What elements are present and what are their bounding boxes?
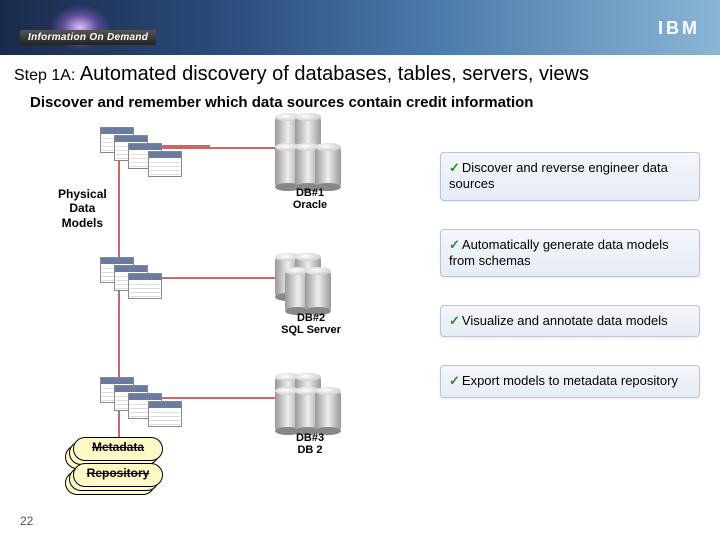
db-label-sqlserver: DB#2 SQL Server xyxy=(272,312,350,336)
repo-label-1: Metadata xyxy=(73,440,163,454)
check-icon: ✓ xyxy=(449,373,460,388)
ibm-logo: IBM xyxy=(658,18,700,39)
pdm-label: Physical Data Models xyxy=(58,187,107,230)
slide-title: Step 1A: Automated discovery of database… xyxy=(0,55,720,90)
diagram-area: Physical Data Models DB#1 Oracle DB#2 SQ… xyxy=(0,117,720,537)
page-number: 22 xyxy=(20,514,33,528)
bullet-item: ✓Export models to metadata repository xyxy=(440,365,700,397)
bullet-list: ✓Discover and reverse engineer data sour… xyxy=(440,152,700,398)
banner-tag: Information On Demand xyxy=(20,30,156,45)
bullet-item: ✓Visualize and annotate data models xyxy=(440,305,700,337)
step-label: Step 1A: xyxy=(14,67,75,84)
check-icon: ✓ xyxy=(449,313,460,328)
repo-label-2: Repository xyxy=(73,466,163,480)
check-icon: ✓ xyxy=(449,237,460,252)
check-icon: ✓ xyxy=(449,160,460,175)
connector xyxy=(160,145,210,147)
title-text: Automated discovery of databases, tables… xyxy=(80,63,589,85)
slide-subtitle: Discover and remember which data sources… xyxy=(0,90,720,117)
bullet-item: ✓Automatically generate data models from… xyxy=(440,229,700,278)
db-label-oracle: DB#1 Oracle xyxy=(280,187,340,211)
bullet-item: ✓Discover and reverse engineer data sour… xyxy=(440,152,700,201)
banner: Information On Demand IBM xyxy=(0,0,720,55)
db-label-db2: DB#3 DB 2 xyxy=(285,432,335,456)
